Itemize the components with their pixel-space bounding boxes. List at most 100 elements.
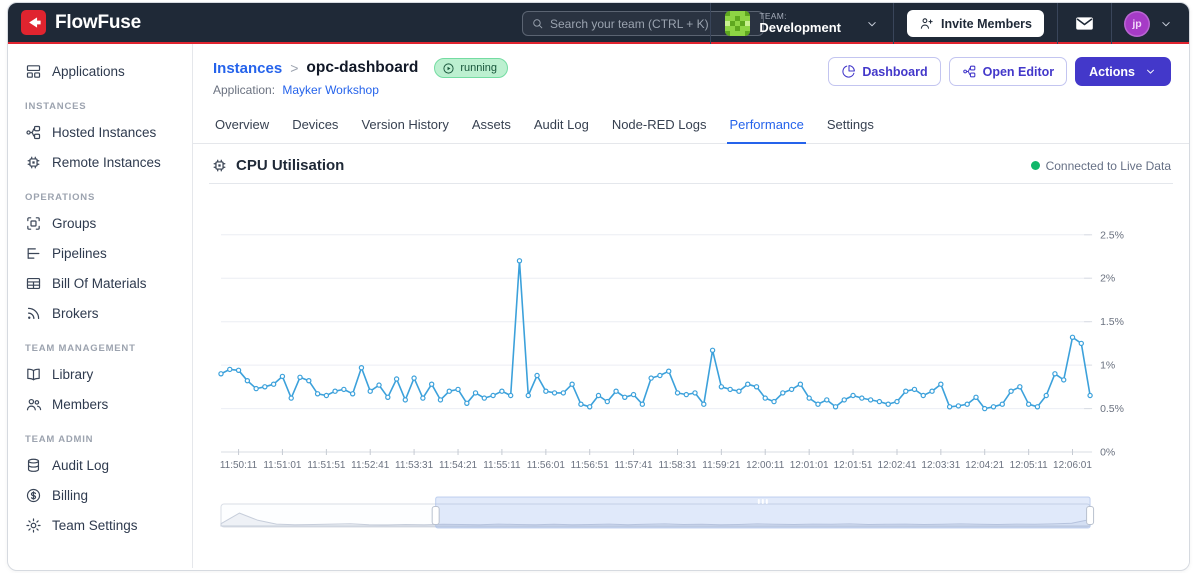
- actions-button-label: Actions: [1089, 64, 1135, 79]
- person-plus-icon: [919, 16, 934, 31]
- sidebar-section-operations: OPERATIONS: [25, 192, 96, 203]
- tab-version-history[interactable]: Version History: [359, 111, 450, 143]
- sidebar-item-applications[interactable]: Applications: [8, 56, 192, 86]
- sidebar-item-label: Remote Instances: [52, 154, 161, 170]
- svg-text:12:02:41: 12:02:41: [878, 460, 917, 471]
- sidebar-item-label: Bill Of Materials: [52, 275, 147, 291]
- audit-log-icon: [25, 457, 42, 474]
- svg-text:12:03:31: 12:03:31: [921, 460, 960, 471]
- tab-audit-log[interactable]: Audit Log: [532, 111, 591, 143]
- header-actions: Dashboard Open Editor Actions: [828, 57, 1171, 86]
- svg-text:2.5%: 2.5%: [1100, 230, 1124, 241]
- team-name: Development: [759, 20, 841, 36]
- svg-text:11:52:41: 11:52:41: [351, 460, 390, 471]
- actions-button[interactable]: Actions: [1075, 57, 1171, 86]
- live-status: Connected to Live Data: [1030, 159, 1171, 173]
- tab-bar: Overview Devices Version History Assets Audi…: [193, 111, 1189, 144]
- cpu-chip-icon: [211, 157, 228, 174]
- page-header: Instances > opc-dashboard running Applic…: [193, 44, 1189, 97]
- pipelines-icon: [25, 245, 42, 262]
- chart-title: CPU Utilisation: [236, 157, 345, 174]
- team-avatar: [725, 11, 751, 36]
- svg-text:11:54:21: 11:54:21: [439, 460, 478, 471]
- svg-text:11:56:51: 11:56:51: [571, 460, 610, 471]
- sidebar-item-label: Applications: [52, 63, 125, 79]
- sidebar-item-label: Billing: [52, 487, 89, 503]
- tab-settings[interactable]: Settings: [825, 111, 876, 143]
- sidebar-item-groups[interactable]: Groups: [8, 208, 192, 238]
- flowfuse-logo-icon: [21, 10, 46, 35]
- tab-node-red-logs[interactable]: Node-RED Logs: [610, 111, 709, 143]
- invite-members-button[interactable]: Invite Members: [906, 10, 1044, 37]
- sidebar-item-label: Library: [52, 366, 94, 382]
- svg-text:12:01:51: 12:01:51: [834, 460, 873, 471]
- chip-icon: [25, 154, 42, 171]
- tab-overview[interactable]: Overview: [213, 111, 271, 143]
- sidebar-item-label: Groups: [52, 215, 97, 231]
- chart-range-selector[interactable]: [209, 496, 1173, 530]
- open-editor-button[interactable]: Open Editor: [948, 57, 1068, 86]
- open-editor-label: Open Editor: [982, 64, 1055, 79]
- svg-text:12:00:11: 12:00:11: [746, 460, 785, 471]
- status-badge: running: [434, 58, 509, 78]
- svg-text:11:50:11: 11:50:11: [220, 460, 258, 471]
- sidebar-item-members[interactable]: Members: [8, 389, 192, 419]
- sidebar-item-hosted-instances[interactable]: Hosted Instances: [8, 117, 192, 147]
- sidebar-item-remote-instances[interactable]: Remote Instances: [8, 147, 192, 177]
- sidebar-item-label: Pipelines: [52, 245, 107, 261]
- sidebar-item-brokers[interactable]: Brokers: [8, 298, 192, 328]
- invite-members-label: Invite Members: [940, 16, 1032, 31]
- applications-icon: [25, 63, 42, 80]
- svg-text:0.5%: 0.5%: [1100, 404, 1124, 415]
- sidebar-item-label: Members: [52, 396, 109, 412]
- performance-panel: CPU Utilisation Connected to Live Data 0…: [193, 144, 1189, 530]
- sidebar-section-team-admin: TEAM ADMIN: [25, 434, 94, 445]
- app-window: FlowFuse TEAM: Development Invite Me: [7, 2, 1190, 571]
- mail-icon[interactable]: [1074, 13, 1095, 34]
- sidebar-item-library[interactable]: Library: [8, 359, 192, 389]
- svg-text:11:51:01: 11:51:01: [263, 460, 302, 471]
- members-icon: [25, 396, 42, 413]
- team-switcher[interactable]: TEAM: Development: [711, 3, 893, 44]
- sidebar-item-bill-of-materials[interactable]: Bill Of Materials: [8, 268, 192, 298]
- breadcrumb-instances-link[interactable]: Instances: [213, 60, 282, 77]
- svg-text:11:57:41: 11:57:41: [615, 460, 654, 471]
- node-link-icon: [25, 124, 42, 141]
- chevron-down-icon: [865, 17, 879, 31]
- cpu-chart: 0% 0.5% 1% 1.5% 2% 2.5% 11:50:11 11:51:01 11:51:…: [218, 230, 1124, 471]
- application-label: Application:: [213, 83, 276, 97]
- tab-devices[interactable]: Devices: [290, 111, 340, 143]
- instance-name: opc-dashboard: [306, 59, 419, 76]
- svg-text:1.5%: 1.5%: [1100, 317, 1124, 328]
- sidebar-item-label: Team Settings: [52, 517, 138, 533]
- billing-icon: [25, 487, 42, 504]
- svg-text:11:56:01: 11:56:01: [527, 460, 566, 471]
- gear-icon: [25, 517, 42, 534]
- editor-icon: [962, 64, 977, 79]
- sidebar: Applications INSTANCES Hosted Instances Rem…: [8, 44, 193, 568]
- tab-performance[interactable]: Performance: [727, 111, 806, 144]
- sidebar-item-audit-log[interactable]: Audit Log: [8, 450, 192, 480]
- sidebar-item-billing[interactable]: Billing: [8, 480, 192, 510]
- search-icon: [531, 17, 544, 30]
- svg-text:11:55:11: 11:55:11: [483, 460, 521, 471]
- navbar-right-cluster: TEAM: Development Invite Members jp: [710, 3, 1189, 44]
- svg-text:12:01:01: 12:01:01: [790, 460, 829, 471]
- dashboard-button[interactable]: Dashboard: [828, 57, 941, 86]
- sidebar-item-pipelines[interactable]: Pipelines: [8, 238, 192, 268]
- brokers-icon: [25, 305, 42, 322]
- user-menu[interactable]: jp: [1112, 10, 1177, 37]
- sidebar-section-team-management: TEAM MANAGEMENT: [25, 343, 136, 354]
- library-icon: [25, 366, 42, 383]
- svg-text:12:06:01: 12:06:01: [1053, 460, 1092, 471]
- application-link[interactable]: Mayker Workshop: [282, 83, 378, 97]
- navbar-divider: [1057, 3, 1058, 44]
- sidebar-item-team-settings[interactable]: Team Settings: [8, 510, 192, 540]
- tab-assets[interactable]: Assets: [470, 111, 513, 143]
- user-avatar: jp: [1124, 10, 1150, 37]
- play-circle-icon: [442, 62, 455, 75]
- top-navbar: FlowFuse TEAM: Development Invite Me: [8, 3, 1189, 44]
- svg-text:1%: 1%: [1100, 361, 1115, 372]
- flowfuse-logo[interactable]: FlowFuse: [21, 10, 141, 35]
- breadcrumb-separator: >: [290, 60, 299, 76]
